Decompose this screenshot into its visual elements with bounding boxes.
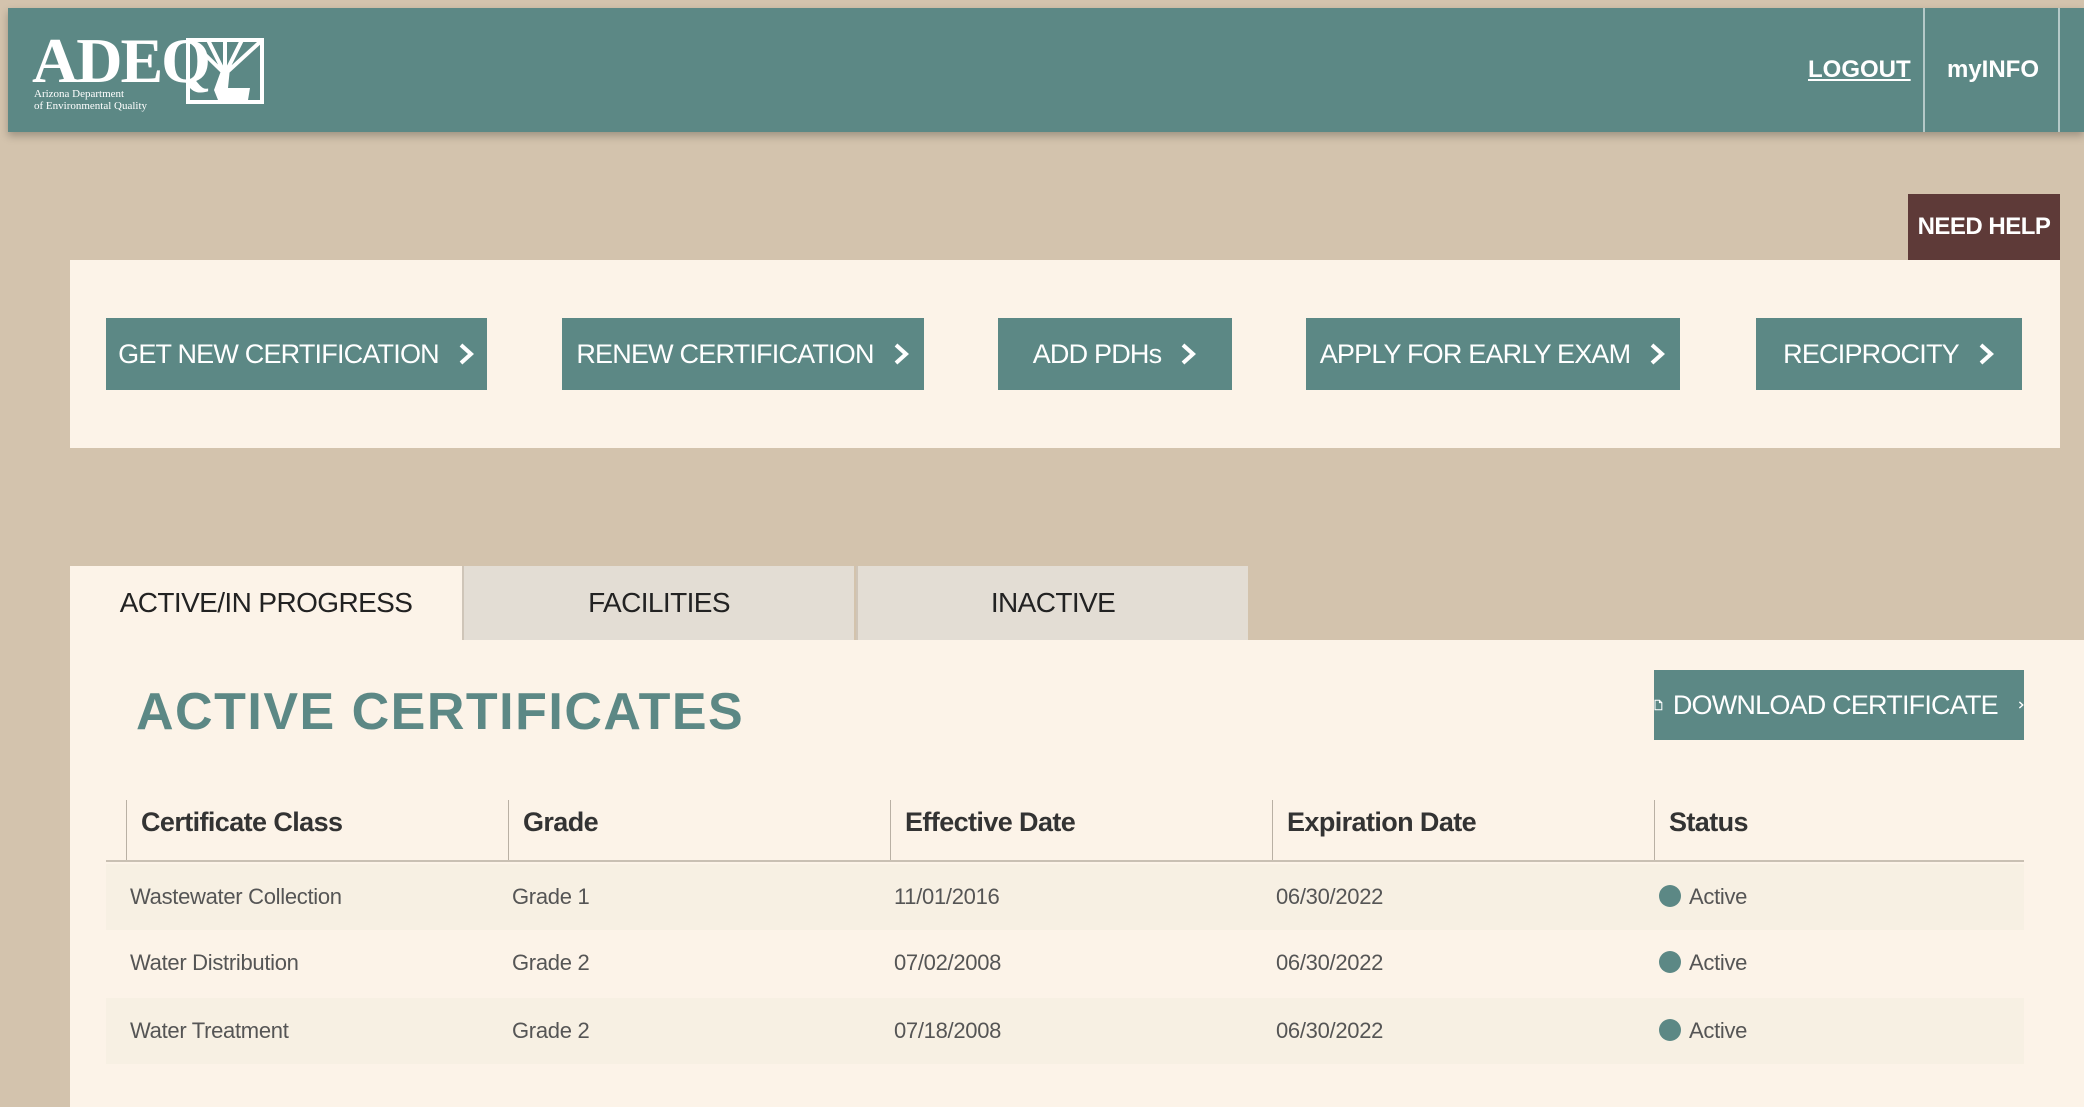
chevron-right-icon: [459, 343, 474, 365]
logout-link[interactable]: LOGOUT: [1808, 8, 1911, 132]
chevron-right-icon: [2018, 701, 2024, 709]
action-panel: GET NEW CERTIFICATION RENEW CERTIFICATIO…: [70, 260, 2060, 448]
status-dot-icon: [1659, 1019, 1681, 1042]
column-header-certificate-class[interactable]: Certificate Class: [126, 800, 343, 860]
cell-expiration-date: 06/30/2022: [1276, 1018, 1384, 1043]
button-label: ADD PDHs: [1032, 338, 1162, 369]
chevron-right-icon: [1650, 343, 1666, 365]
cell-status: Active: [1659, 998, 1747, 1064]
cell-grade: Grade 2: [512, 1018, 590, 1043]
section-title: ACTIVE CERTIFICATES: [136, 683, 745, 741]
cell-effective-date: 11/01/2016: [894, 884, 1000, 909]
cell-certificate-class: Wastewater Collection: [130, 884, 342, 909]
certificates-panel: ACTIVE CERTIFICATES DOWNLOAD CERTIFICATE…: [70, 640, 2084, 1107]
header-divider: [2058, 8, 2060, 132]
top-header: ADEQ Arizona Department of Environmental…: [8, 8, 2084, 132]
status-dot-icon: [1659, 951, 1681, 974]
table-header: Certificate Class Grade Effective Date E…: [106, 800, 2024, 862]
reciprocity-button[interactable]: RECIPROCITY: [1756, 318, 2022, 390]
cell-grade: Grade 2: [512, 950, 590, 975]
button-label: APPLY FOR EARLY EXAM: [1319, 338, 1631, 369]
column-header-grade[interactable]: Grade: [508, 800, 599, 860]
chevron-right-icon: [1979, 343, 1994, 365]
add-pdhs-button[interactable]: ADD PDHs: [998, 318, 1232, 390]
download-certificate-button[interactable]: DOWNLOAD CERTIFICATE: [1654, 670, 2024, 740]
tab-facilities[interactable]: FACILITIES: [462, 566, 854, 640]
chevron-right-icon: [1181, 343, 1197, 365]
status-text: Active: [1689, 1018, 1748, 1043]
status-dot-icon: [1659, 885, 1681, 908]
adeq-logo[interactable]: ADEQ Arizona Department of Environmental…: [32, 26, 272, 116]
apply-for-early-exam-button[interactable]: APPLY FOR EARLY EXAM: [1306, 318, 1680, 390]
table-row[interactable]: Water Treatment Grade 2 07/18/2008 06/30…: [106, 998, 2024, 1064]
status-text: Active: [1689, 884, 1748, 909]
cell-status: Active: [1659, 864, 1747, 930]
status-text: Active: [1689, 950, 1748, 975]
myinfo-link[interactable]: myINFO: [1933, 8, 2053, 132]
chevron-right-icon: [894, 343, 909, 365]
renew-certification-button[interactable]: RENEW CERTIFICATION: [562, 318, 924, 390]
cell-expiration-date: 06/30/2022: [1276, 950, 1384, 975]
cell-certificate-class: Water Distribution: [130, 950, 299, 975]
tab-inactive[interactable]: INACTIVE: [856, 566, 1248, 640]
table-row[interactable]: Water Distribution Grade 2 07/02/2008 06…: [106, 930, 2024, 996]
column-header-expiration-date[interactable]: Expiration Date: [1272, 800, 1477, 860]
cell-expiration-date: 06/30/2022: [1276, 884, 1384, 909]
cell-certificate-class: Water Treatment: [130, 1018, 289, 1043]
cell-effective-date: 07/18/2008: [894, 1018, 1002, 1043]
arizona-flag-icon: [186, 38, 264, 104]
document-icon: [1654, 699, 1663, 711]
tab-active-in-progress[interactable]: ACTIVE/IN PROGRESS: [70, 566, 462, 640]
button-label: RENEW CERTIFICATION: [576, 338, 874, 369]
cell-effective-date: 07/02/2008: [894, 950, 1002, 975]
column-header-effective-date[interactable]: Effective Date: [890, 800, 1076, 860]
table-row[interactable]: Wastewater Collection Grade 1 11/01/2016…: [106, 864, 2024, 930]
get-new-certification-button[interactable]: GET NEW CERTIFICATION: [106, 318, 487, 390]
header-divider: [1923, 8, 1925, 132]
cell-status: Active: [1659, 930, 1747, 996]
button-label: DOWNLOAD CERTIFICATE: [1672, 689, 1999, 720]
column-header-status[interactable]: Status: [1654, 800, 1749, 860]
need-help-button[interactable]: NEED HELP ?: [1908, 194, 2060, 306]
button-label: GET NEW CERTIFICATION: [118, 338, 440, 369]
button-label: RECIPROCITY: [1783, 338, 1960, 369]
cell-grade: Grade 1: [512, 884, 590, 909]
